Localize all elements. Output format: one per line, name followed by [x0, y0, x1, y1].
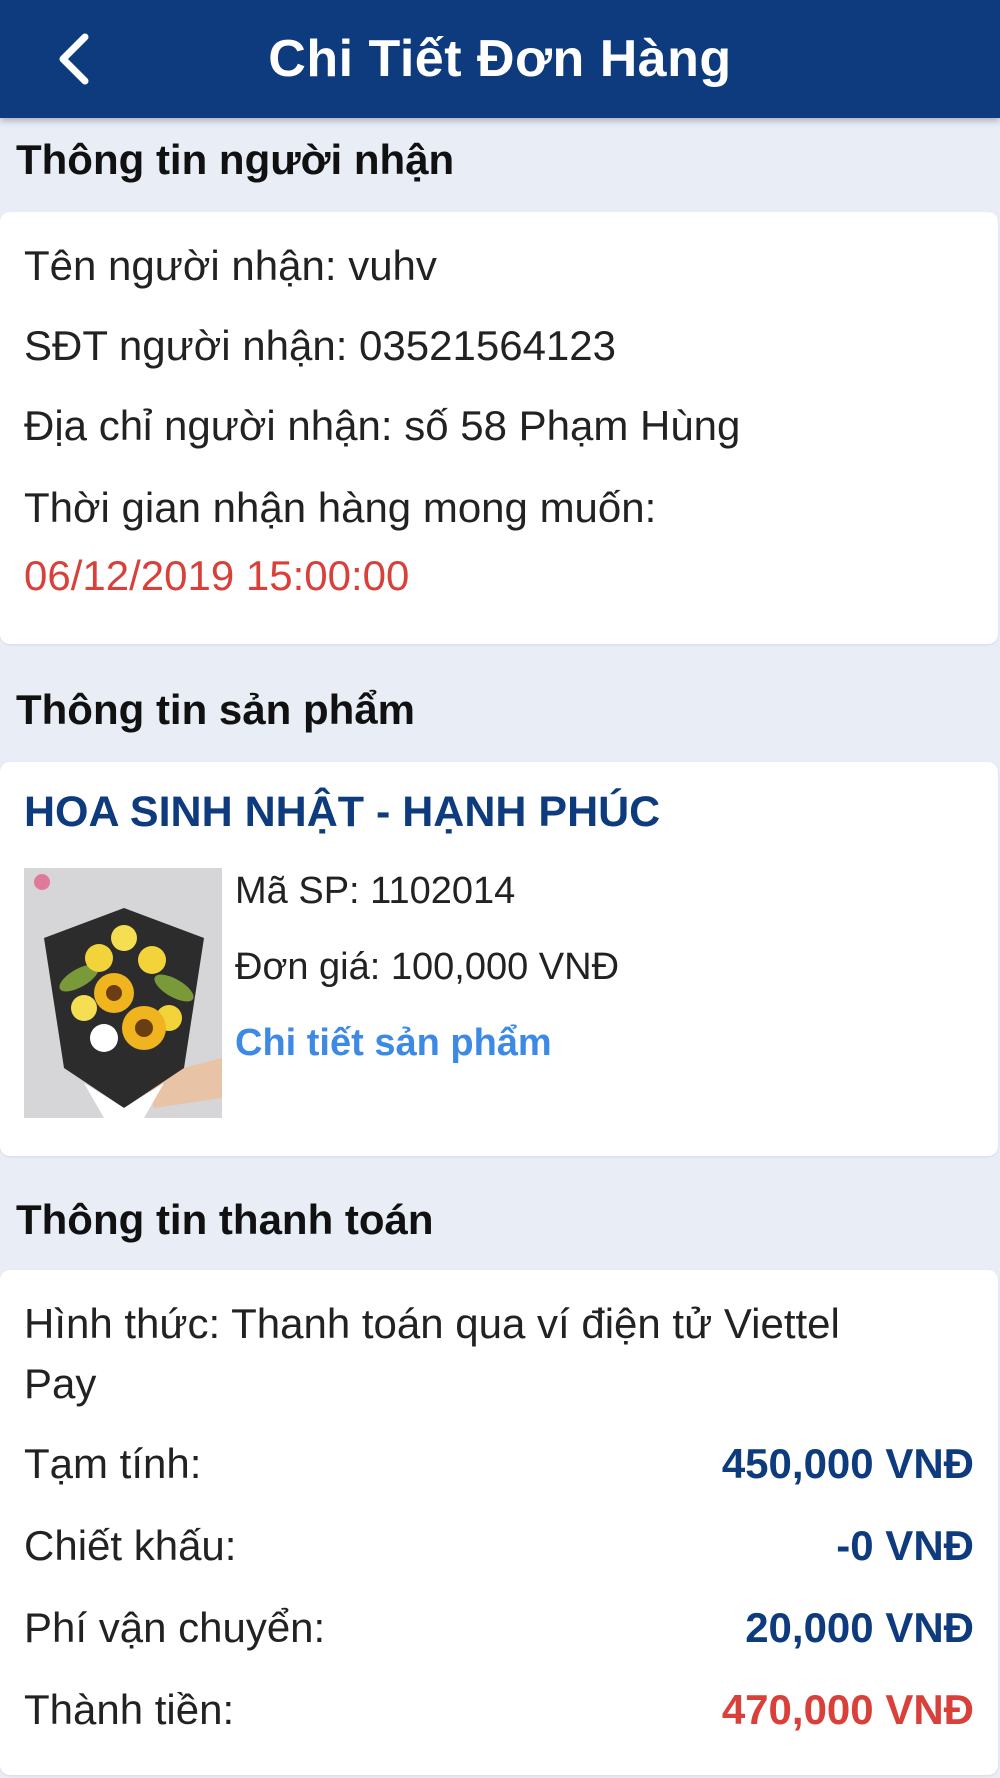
discount-row: Chiết khấu: -0 VNĐ	[24, 1522, 974, 1570]
subtotal-value: 450,000 VNĐ	[721, 1440, 974, 1487]
subtotal-label: Tạm tính:	[24, 1440, 202, 1487]
total-label: Thành tiền:	[24, 1686, 235, 1733]
page-title: Chi Tiết Đơn Hàng	[268, 30, 732, 88]
recipient-phone: SĐT người nhận: 03521564123	[24, 322, 616, 369]
shipping-row: Phí vận chuyển: 20,000 VNĐ	[24, 1604, 974, 1652]
payment-section-title: Thông tin thanh toán	[16, 1196, 434, 1243]
delivery-time-value: 06/12/2019 15:00:00	[24, 552, 410, 599]
recipient-section-title: Thông tin người nhận	[16, 136, 455, 183]
delivery-time-label: Thời gian nhận hàng mong muốn:	[24, 484, 657, 531]
discount-label: Chiết khấu:	[24, 1522, 237, 1569]
product-name: HOA SINH NHẬT - HẠNH PHÚC	[24, 788, 661, 836]
total-value: 470,000 VNĐ	[721, 1686, 974, 1733]
flower-bouquet-image	[24, 868, 222, 1118]
product-unit-price: Đơn giá: 100,000 VNĐ	[235, 946, 620, 988]
product-code: Mã SP: 1102014	[235, 870, 516, 912]
chevron-left-icon	[59, 33, 89, 85]
discount-value: -0 VNĐ	[836, 1522, 974, 1569]
total-row: Thành tiền: 470,000 VNĐ	[24, 1686, 974, 1734]
product-image[interactable]	[24, 868, 222, 1118]
payment-method-line1: Hình thức: Thanh toán qua ví điện tử Vie…	[24, 1300, 840, 1347]
back-button[interactable]	[28, 14, 118, 104]
shipping-value: 20,000 VNĐ	[745, 1604, 974, 1651]
recipient-address: Địa chỉ người nhận: số 58 Phạm Hùng	[24, 402, 741, 449]
recipient-card: Tên người nhận: vuhv SĐT người nhận: 035…	[0, 212, 998, 644]
payment-card: Hình thức: Thanh toán qua ví điện tử Vie…	[0, 1270, 998, 1775]
product-section-title: Thông tin sản phẩm	[16, 686, 415, 733]
subtotal-row: Tạm tính: 450,000 VNĐ	[24, 1440, 974, 1488]
recipient-name: Tên người nhận: vuhv	[24, 242, 437, 289]
product-detail-link[interactable]: Chi tiết sản phẩm	[235, 1022, 552, 1065]
app-bar: Chi Tiết Đơn Hàng	[0, 0, 1000, 118]
shipping-label: Phí vận chuyển:	[24, 1604, 326, 1651]
payment-method-line2: Pay	[24, 1360, 97, 1407]
